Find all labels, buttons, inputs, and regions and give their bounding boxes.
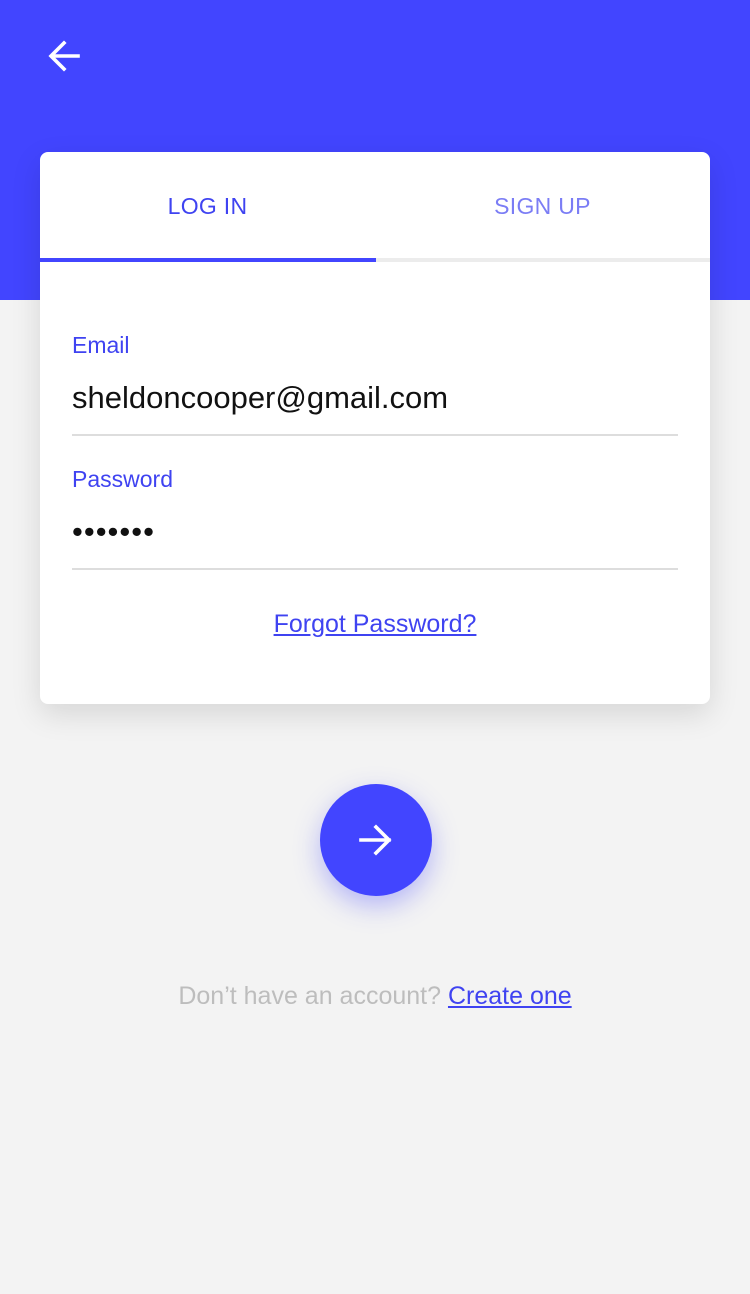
forgot-password-link[interactable]: Forgot Password?: [274, 610, 477, 638]
arrow-right-icon: [359, 824, 392, 856]
signup-prompt-text: Don’t have an account?: [178, 982, 442, 1010]
email-underline: [72, 434, 678, 436]
tab-login[interactable]: LOG IN: [40, 152, 375, 258]
forgot-password-row: Forgot Password?: [40, 610, 710, 639]
password-underline: [72, 568, 678, 570]
signup-prompt: Don’t have an account? Create one: [0, 982, 750, 1011]
create-account-link[interactable]: Create one: [448, 982, 572, 1010]
auth-tabs: LOG IN SIGN UP: [40, 152, 710, 262]
password-field[interactable]: •••••••: [72, 514, 155, 550]
submit-button[interactable]: [320, 784, 432, 896]
arrow-left-icon: [48, 40, 80, 72]
tab-signup[interactable]: SIGN UP: [375, 152, 710, 258]
back-button[interactable]: [36, 30, 92, 82]
password-label: Password: [72, 466, 173, 492]
active-tab-indicator: [40, 258, 376, 262]
email-field[interactable]: sheldoncooper@gmail.com: [72, 380, 448, 416]
login-card: LOG IN SIGN UP Email sheldoncooper@gmail…: [40, 152, 710, 704]
email-label: Email: [72, 332, 130, 358]
login-screen: LOG IN SIGN UP Email sheldoncooper@gmail…: [0, 0, 750, 1294]
